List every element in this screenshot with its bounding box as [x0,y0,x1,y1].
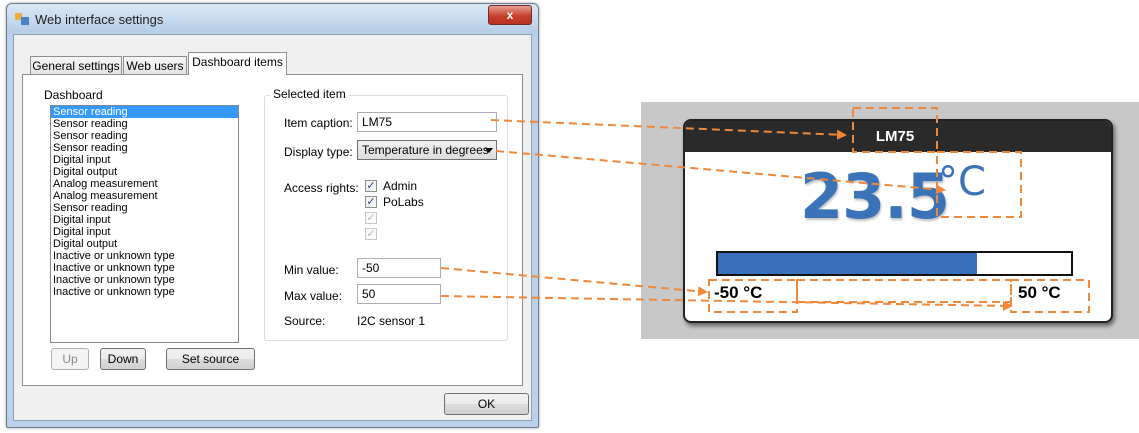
up-button[interactable]: Up [51,348,89,370]
dashboard-list-item[interactable]: Sensor reading [51,106,238,118]
display-type-value: Temperature in degrees [362,143,489,157]
widget-min-label: -50 °C [714,283,763,302]
dashboard-label: Dashboard [44,88,103,102]
dashboard-list-item[interactable]: Inactive or unknown type [51,250,238,262]
dashboard-list-item[interactable]: Digital input [51,226,238,238]
close-button[interactable]: x [488,5,532,25]
dashboard-list-item[interactable]: Digital input [51,154,238,166]
widget-progress-bar [716,251,1073,276]
access-polabs-label: PoLabs [383,195,424,209]
dashboard-list-item[interactable]: Sensor reading [51,142,238,154]
access-disabled-checkbox-1: ✓ [365,212,377,224]
access-polabs-checkbox[interactable]: ✓ [365,196,377,208]
dashboard-list-item[interactable]: Analog measurement [51,178,238,190]
widget-value: 23.5 [800,160,950,233]
app-icon [15,13,29,25]
source-label: Source: [284,314,326,328]
dashboard-list-item[interactable]: Inactive or unknown type [51,274,238,286]
display-type-select[interactable]: Temperature in degrees [357,140,497,160]
dashboard-list-item[interactable]: Analog measurement [51,190,238,202]
selected-item-title: Selected item [270,87,349,101]
tab-dashboard-items[interactable]: Dashboard items [188,52,287,75]
widget-max-label: 50 °C [1018,283,1061,302]
max-value-label: Max value: [284,289,343,303]
min-value-input[interactable]: -50 [357,258,441,278]
access-rights-label: Access rights: [284,181,359,195]
access-admin-label: Admin [383,179,418,193]
max-value-input[interactable]: 50 [357,284,441,304]
down-button[interactable]: Down [100,348,146,370]
source-value: I2C sensor 1 [357,314,426,328]
title-bar[interactable]: Web interface settings x [7,4,538,34]
dashboard-list-item[interactable]: Digital output [51,238,238,250]
item-caption-label: Item caption: [284,116,353,130]
access-disabled-checkbox-2: ✓ [365,228,377,240]
ok-button[interactable]: OK [444,393,529,415]
widget-progress-fill [718,253,978,274]
window-title: Web interface settings [35,12,164,27]
chevron-down-icon [485,148,493,153]
widget-unit: °C [938,159,986,205]
dashboard-list-item[interactable]: Digital input [51,214,238,226]
min-value-label: Min value: [284,263,339,277]
set-source-button[interactable]: Set source [166,348,255,370]
dashboard-list-item[interactable]: Sensor reading [51,118,238,130]
dashboard-listbox[interactable]: Sensor reading Sensor reading Sensor readi… [50,105,239,343]
dashboard-list-item[interactable]: Sensor reading [51,202,238,214]
widget-title: LM75 [875,128,915,145]
dashboard-list-item[interactable]: Sensor reading [51,130,238,142]
tab-general-settings[interactable]: General settings [30,56,122,76]
access-admin-checkbox[interactable]: ✓ [365,180,377,192]
tab-web-users[interactable]: Web users [123,56,187,76]
dashboard-list-item[interactable]: Inactive or unknown type [51,286,238,298]
dashboard-list-item[interactable]: Inactive or unknown type [51,262,238,274]
dashboard-list-item[interactable]: Digital output [51,166,238,178]
item-caption-input[interactable]: LM75 [357,112,497,132]
display-type-label: Display type: [284,145,353,159]
